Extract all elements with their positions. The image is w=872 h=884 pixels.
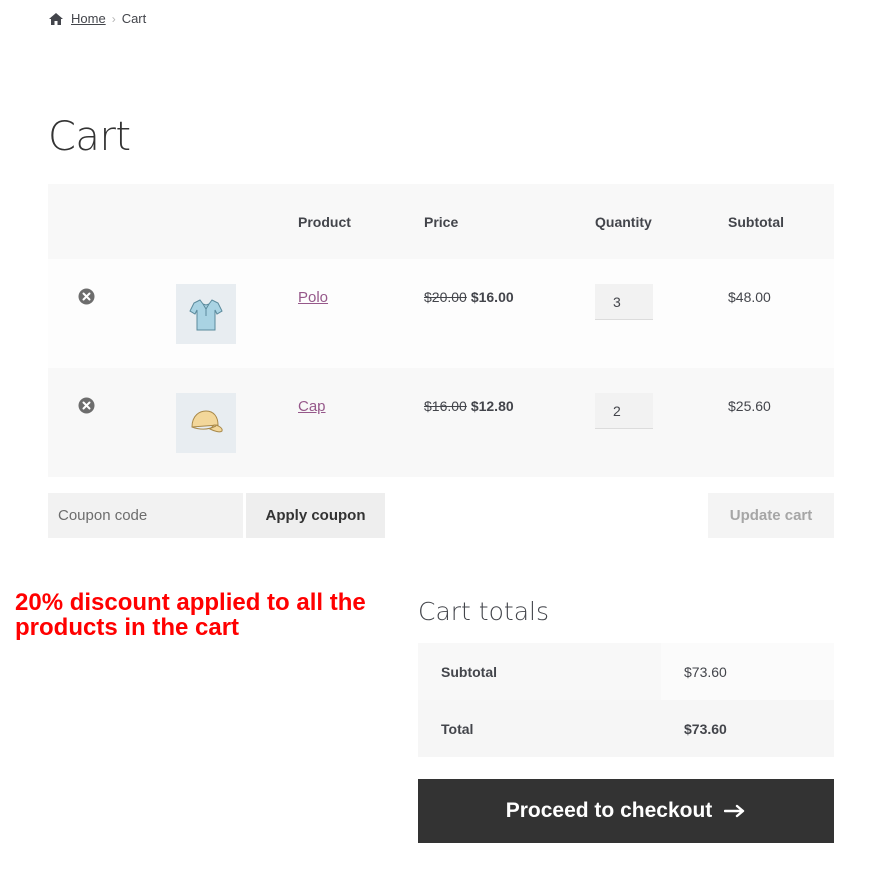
totals-subtotal-row: Subtotal $73.60 xyxy=(418,643,834,700)
item-subtotal: $25.60 xyxy=(728,398,771,414)
totals-total-value: $73.60 xyxy=(661,700,834,757)
arrow-right-icon xyxy=(724,804,745,818)
totals-total-label: Total xyxy=(418,700,661,757)
totals-subtotal-label: Subtotal xyxy=(418,643,661,700)
header-price: Price xyxy=(424,184,595,259)
page-title: Cart xyxy=(48,114,131,160)
cart-item-row: Cap $16.00$12.80 $25.60 xyxy=(48,368,834,477)
product-thumbnail[interactable] xyxy=(176,284,236,344)
breadcrumb-current: Cart xyxy=(121,11,147,26)
remove-item-icon[interactable] xyxy=(78,397,95,414)
product-name-link[interactable]: Polo xyxy=(298,289,328,306)
home-icon xyxy=(49,12,63,25)
cap-icon xyxy=(191,410,223,433)
quantity-input[interactable] xyxy=(595,393,653,429)
update-cart-button[interactable]: Update cart xyxy=(708,493,834,538)
cart-totals-heading: Cart totals xyxy=(418,597,549,626)
product-name-link[interactable]: Cap xyxy=(298,398,326,415)
quantity-input[interactable] xyxy=(595,284,653,320)
sale-price: $16.00 xyxy=(470,289,514,305)
proceed-to-checkout-button[interactable]: Proceed to checkout xyxy=(418,779,834,843)
regular-price: $20.00 xyxy=(424,289,467,305)
product-thumbnail[interactable] xyxy=(176,393,236,453)
product-price: $20.00 $16.00 xyxy=(424,289,514,305)
breadcrumb-home-link[interactable]: Home xyxy=(71,11,106,26)
product-price: $16.00 $12.80 xyxy=(424,398,514,414)
item-subtotal: $48.00 xyxy=(728,289,771,305)
header-product: Product xyxy=(298,184,424,259)
polo-shirt-icon xyxy=(189,299,223,331)
regular-price: $16.00 xyxy=(424,398,467,414)
breadcrumb-separator: › xyxy=(111,11,116,26)
breadcrumb: Home › Cart xyxy=(48,11,146,26)
totals-total-row: Total $73.60 xyxy=(418,700,834,757)
cart-totals-table: Subtotal $73.60 Total $73.60 xyxy=(418,643,834,757)
apply-coupon-button[interactable]: Apply coupon xyxy=(246,493,385,538)
sale-price: $12.80 xyxy=(470,398,514,414)
remove-item-icon[interactable] xyxy=(78,288,95,305)
coupon-code-input[interactable] xyxy=(48,493,243,538)
cart-table: Product Price Quantity Subtotal Polo $20… xyxy=(48,184,834,477)
cart-table-header: Product Price Quantity Subtotal xyxy=(48,184,834,259)
cart-item-row: Polo $20.00$16.00 $48.00 xyxy=(48,259,834,368)
header-subtotal: Subtotal xyxy=(728,184,834,259)
totals-subtotal-value: $73.60 xyxy=(661,643,834,700)
checkout-label: Proceed to checkout xyxy=(505,799,713,822)
discount-annotation: 20% discount applied to all the products… xyxy=(15,589,366,641)
header-quantity: Quantity xyxy=(595,184,728,259)
